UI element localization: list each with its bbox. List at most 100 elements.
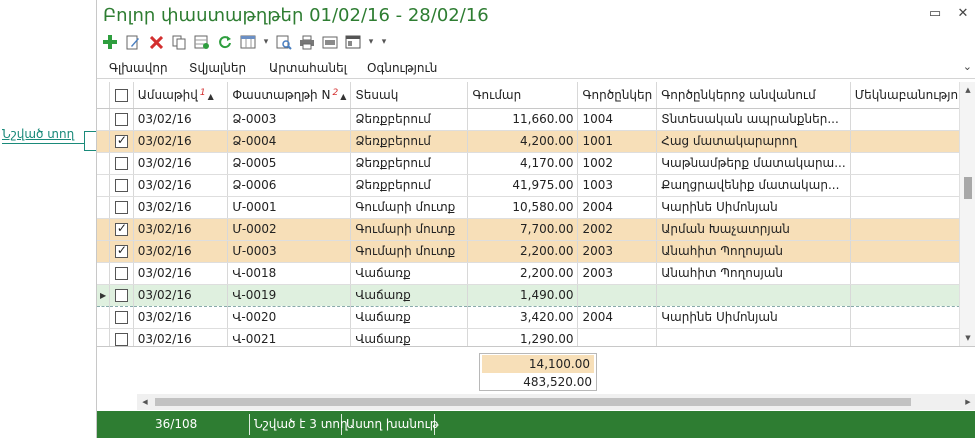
scroll-down-icon[interactable]: ▼ bbox=[960, 330, 975, 346]
cell-partner-name: Կարինե Սիմոնյան bbox=[656, 196, 851, 219]
menu-help[interactable]: Օգնություն bbox=[367, 61, 437, 75]
refresh-icon[interactable] bbox=[216, 33, 234, 51]
status-bar: 36/108 Նշված է 3 տող Աստղ խանութ bbox=[97, 411, 975, 438]
row-checkbox[interactable] bbox=[109, 262, 134, 285]
table-row[interactable]: 03/02/16 Ձ-0003 Ձեռքբերում 11,660.00 1004 Տնտ… bbox=[97, 108, 975, 131]
cell-partner-name: Տնտեսական ապրանքներ... bbox=[656, 108, 851, 131]
cell-partner: 2002 bbox=[577, 218, 658, 241]
column-header-date[interactable]: Ամսաթիվ 1 ▲ bbox=[133, 82, 229, 109]
columns-icon[interactable] bbox=[239, 33, 257, 51]
select-icon[interactable] bbox=[193, 33, 211, 51]
sort-index-2: 2 bbox=[332, 87, 339, 98]
vertical-scrollbar[interactable]: ▲ ▼ bbox=[959, 82, 975, 346]
print-icon[interactable] bbox=[298, 33, 316, 51]
row-checkbox[interactable] bbox=[109, 283, 134, 307]
cell-partner: 2003 bbox=[577, 240, 658, 263]
row-checkbox[interactable] bbox=[109, 196, 134, 219]
row-indicator bbox=[97, 328, 111, 346]
cell-partner: 2004 bbox=[577, 306, 658, 329]
cell-partner: 2004 bbox=[577, 196, 658, 219]
add-icon[interactable] bbox=[101, 33, 119, 51]
table-row[interactable]: 03/02/16Մ-0002Գումարի մուտք7,700.002002Ա… bbox=[97, 218, 975, 241]
restore-button[interactable]: ▭ bbox=[928, 6, 942, 21]
cell-doc-number: Ձ-0003 bbox=[227, 108, 352, 131]
total-sum: 483,520.00 bbox=[523, 375, 592, 389]
horizontal-scrollbar[interactable]: ◀ ▶ bbox=[137, 394, 975, 410]
delete-icon[interactable] bbox=[147, 33, 165, 51]
scroll-left-icon[interactable]: ◀ bbox=[137, 394, 153, 410]
toolbar: ▾ ▾ ▾ bbox=[101, 32, 388, 52]
cell-doc-number: Վ-0019 bbox=[227, 283, 352, 307]
cell-comment bbox=[850, 108, 975, 131]
selected-count: Նշված է 3 տող bbox=[254, 417, 348, 431]
cell-type: Վաճառք bbox=[350, 328, 469, 346]
row-checkbox[interactable] bbox=[109, 306, 134, 329]
column-header-partner[interactable]: Գործընկեր bbox=[577, 82, 658, 109]
close-button[interactable]: ✕ bbox=[956, 6, 970, 21]
select-all-checkbox[interactable] bbox=[109, 82, 134, 109]
cell-type: Վաճառք bbox=[350, 262, 469, 285]
column-header-type[interactable]: Տեսակ bbox=[350, 82, 469, 109]
menu-export[interactable]: Արտահանել bbox=[269, 61, 347, 75]
hscroll-thumb[interactable] bbox=[155, 398, 911, 406]
row-checkbox[interactable] bbox=[109, 130, 134, 153]
chevron-down-icon[interactable]: ⌄ bbox=[963, 60, 972, 73]
title-bar: Բոլոր փաստաթղթեր 01/02/16 - 28/02/16 ▭ ✕ bbox=[97, 0, 975, 30]
table-row[interactable]: 03/02/16 Վ-0021 Վաճառք 1,290.00 bbox=[97, 328, 975, 346]
annotation-label: Նշված տող bbox=[2, 127, 75, 141]
row-checkbox[interactable] bbox=[109, 108, 134, 131]
amount-totals: 14,100.00 483,520.00 bbox=[479, 353, 597, 391]
row-checkbox[interactable] bbox=[109, 328, 134, 346]
menu-data[interactable]: Տվյալներ bbox=[189, 61, 246, 75]
edit-icon[interactable] bbox=[124, 33, 142, 51]
cell-comment bbox=[850, 262, 975, 285]
documents-grid: Ամսաթիվ 1 ▲ Փաստաթղթի N 2 ▲ Տեսակ Գումար Գոր… bbox=[97, 82, 975, 346]
row-checkbox[interactable] bbox=[109, 240, 134, 263]
column-header-comment[interactable]: Մեկնաբանություն bbox=[850, 82, 975, 109]
cell-comment bbox=[850, 152, 975, 175]
cell-date: 03/02/16 bbox=[133, 283, 229, 307]
column-header-amount[interactable]: Գումար bbox=[467, 82, 579, 109]
table-row[interactable]: 03/02/16Ձ-0004Ձեռքբերում4,200.001001Հաց … bbox=[97, 130, 975, 153]
copy-icon[interactable] bbox=[170, 33, 188, 51]
export-icon[interactable] bbox=[321, 33, 339, 51]
table-row[interactable]: 03/02/16 Մ-0001 Գումարի մուտք 10,580.00 2004… bbox=[97, 196, 975, 219]
toolbar-overflow-icon[interactable]: ▾ bbox=[380, 37, 388, 47]
table-row[interactable]: 03/02/16 Վ-0018 Վաճառք 2,200.00 2003 Անահիտ Պ… bbox=[97, 262, 975, 285]
table-row[interactable]: 03/02/16Մ-0003Գումարի մուտք2,200.002003Ա… bbox=[97, 240, 975, 263]
row-checkbox[interactable] bbox=[109, 174, 134, 197]
cell-date: 03/02/16 bbox=[133, 218, 229, 241]
column-header-partner-name[interactable]: Գործընկերոջ անվանում bbox=[656, 82, 851, 109]
selected-sum: 14,100.00 bbox=[482, 355, 594, 373]
cell-date: 03/02/16 bbox=[133, 152, 229, 175]
columns-dropdown-icon[interactable]: ▾ bbox=[262, 37, 270, 47]
menu-main[interactable]: Գլխավոր bbox=[109, 61, 168, 75]
table-row[interactable]: 03/02/16 Ձ-0006 Ձեռքբերում 41,975.00 1003 Քաղ… bbox=[97, 174, 975, 197]
table-row[interactable]: ▶ 03/02/16 Վ-0019 Վաճառք 1,490.00 bbox=[97, 283, 975, 307]
row-checkbox[interactable] bbox=[109, 218, 134, 241]
row-indicator bbox=[97, 306, 111, 329]
cell-amount: 2,200.00 bbox=[467, 240, 579, 263]
scroll-right-icon[interactable]: ▶ bbox=[960, 394, 975, 410]
column-header-doc-number[interactable]: Փաստաթղթի N 2 ▲ bbox=[227, 82, 352, 109]
cell-type: Ձեռքբերում bbox=[350, 130, 469, 153]
annotation-callout: Նշված տող bbox=[2, 127, 97, 151]
row-checkbox[interactable] bbox=[109, 152, 134, 175]
cell-partner bbox=[577, 283, 658, 307]
window-title: Բոլոր փաստաթղթեր 01/02/16 - 28/02/16 bbox=[103, 5, 489, 26]
sort-index-1: 1 bbox=[199, 87, 206, 98]
scroll-up-icon[interactable]: ▲ bbox=[960, 82, 975, 98]
menu-bar: Գլխավոր Տվյալներ Արտահանել Օգնություն ⌄ bbox=[97, 57, 975, 79]
table-row[interactable]: 03/02/16 Ձ-0005 Ձեռքբերում 4,170.00 1002 Կաթն… bbox=[97, 152, 975, 175]
scroll-thumb[interactable] bbox=[964, 177, 972, 199]
table-row[interactable]: 03/02/16 Վ-0020 Վաճառք 3,420.00 2004 Կարինե Ս… bbox=[97, 306, 975, 329]
view-icon[interactable] bbox=[344, 33, 362, 51]
row-indicator bbox=[97, 152, 111, 175]
view-dropdown-icon[interactable]: ▾ bbox=[367, 37, 375, 47]
cell-comment bbox=[850, 174, 975, 197]
row-indicator: ▶ bbox=[97, 283, 111, 307]
cell-partner: 2003 bbox=[577, 262, 658, 285]
cell-partner: 1001 bbox=[577, 130, 658, 153]
preview-icon[interactable] bbox=[275, 33, 293, 51]
cell-amount: 4,200.00 bbox=[467, 130, 579, 153]
